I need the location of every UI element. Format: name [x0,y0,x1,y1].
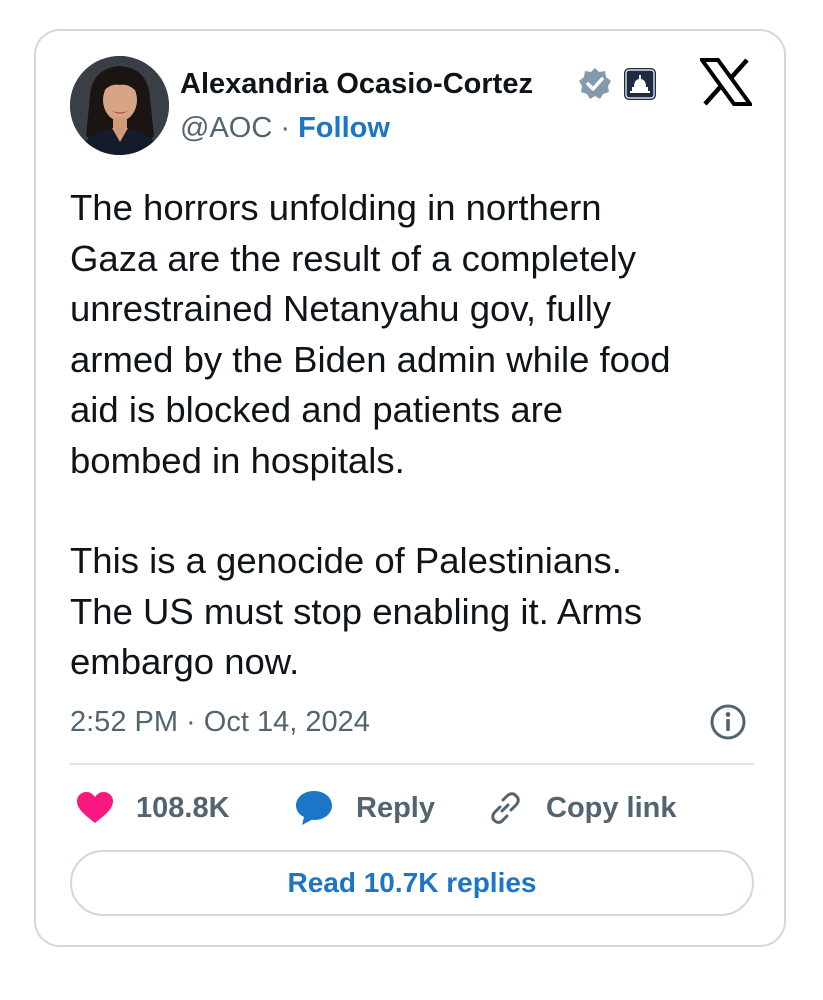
author-handle[interactable]: @AOC [180,112,272,144]
like-count: 108.8K [136,791,230,824]
follow-button[interactable]: Follow [298,112,390,144]
tweet-line: Gaza are the result of a completely [70,237,637,279]
tweet-line: embargo now. [70,641,300,682]
capitol-building-icon [623,67,657,101]
divider [70,763,754,765]
verified-badge-icon [578,67,612,101]
tweet-line: aid is blocked and patients are [70,389,564,430]
avatar[interactable] [70,56,169,155]
info-icon[interactable] [709,703,747,741]
reply-button[interactable]: Reply [294,785,435,831]
tweet-line: armed by the Biden admin while food [70,338,671,380]
handle-row: @AOC · Follow [180,108,390,148]
link-icon [486,789,524,827]
tweet-line: This is a genocide of Palestinians. [70,540,622,581]
like-button[interactable]: 108.8K [76,785,230,831]
heart-icon [76,791,114,825]
tweet-line: The horrors unfolding in northern [70,187,602,228]
speech-bubble-icon [294,789,334,827]
tweet-text: The horrors unfolding in northern Gaza a… [70,183,770,688]
tweet-line: unrestrained Netanyahu gov, fully [70,288,612,329]
copy-link-label: Copy link [546,791,677,824]
x-logo-icon[interactable] [698,58,754,106]
author-name[interactable]: Alexandria Ocasio-Cortez [180,64,533,104]
read-replies-button[interactable]: Read 10.7K replies [70,850,754,916]
tweet-timestamp[interactable]: 2:52 PM · Oct 14, 2024 [70,702,370,742]
avatar-image [70,56,169,155]
copy-link-button[interactable]: Copy link [486,785,677,831]
tweet-line: The US must stop enabling it. Arms [70,590,643,632]
reply-label: Reply [356,791,435,824]
tweet-line: bombed in hospitals. [70,439,405,481]
separator-dot: · [280,112,299,144]
